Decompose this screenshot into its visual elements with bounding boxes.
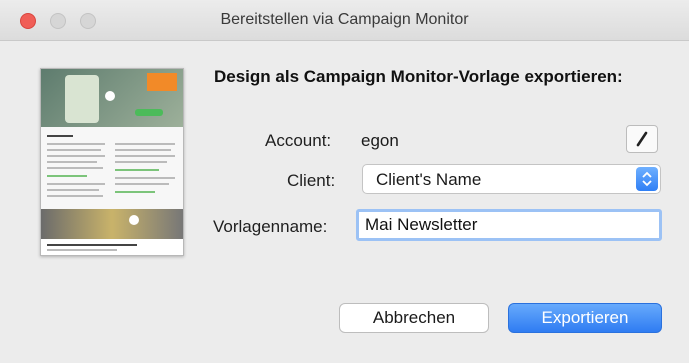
preview-photo-strip — [41, 209, 183, 239]
map-pin-icon — [105, 91, 115, 101]
window-title: Bereitstellen via Campaign Monitor — [220, 11, 469, 28]
export-button[interactable]: Exportieren — [508, 303, 662, 333]
preview-body-text — [41, 127, 183, 209]
template-name-field-frame — [356, 209, 662, 241]
template-name-label: Vorlagenname: — [213, 217, 328, 236]
client-select[interactable]: Client's Name — [362, 164, 661, 194]
dialog-window: Bereitstellen via Campaign Monitor Desig… — [0, 0, 689, 363]
preview-button-graphic — [135, 109, 163, 116]
template-name-field[interactable] — [359, 212, 659, 238]
account-label: Account: — [265, 131, 332, 150]
edit-account-button[interactable] — [626, 125, 658, 153]
pencil-icon — [636, 131, 648, 147]
preview-footer — [41, 239, 183, 255]
up-down-chevron-icon — [636, 167, 658, 191]
client-label: Client: — [287, 171, 336, 190]
account-value: egon — [361, 131, 399, 150]
client-select-value: Client's Name — [376, 170, 482, 189]
preview-badge — [147, 73, 177, 91]
dialog-heading: Design als Campaign Monitor-Vorlage expo… — [214, 67, 623, 86]
template-preview-thumbnail — [40, 68, 184, 256]
preview-phone-graphic — [65, 75, 99, 123]
title-bar: Bereitstellen via Campaign Monitor — [0, 0, 689, 41]
cancel-button[interactable]: Abbrechen — [339, 303, 489, 333]
map-pin-icon — [129, 215, 139, 225]
preview-hero-image — [41, 69, 183, 127]
